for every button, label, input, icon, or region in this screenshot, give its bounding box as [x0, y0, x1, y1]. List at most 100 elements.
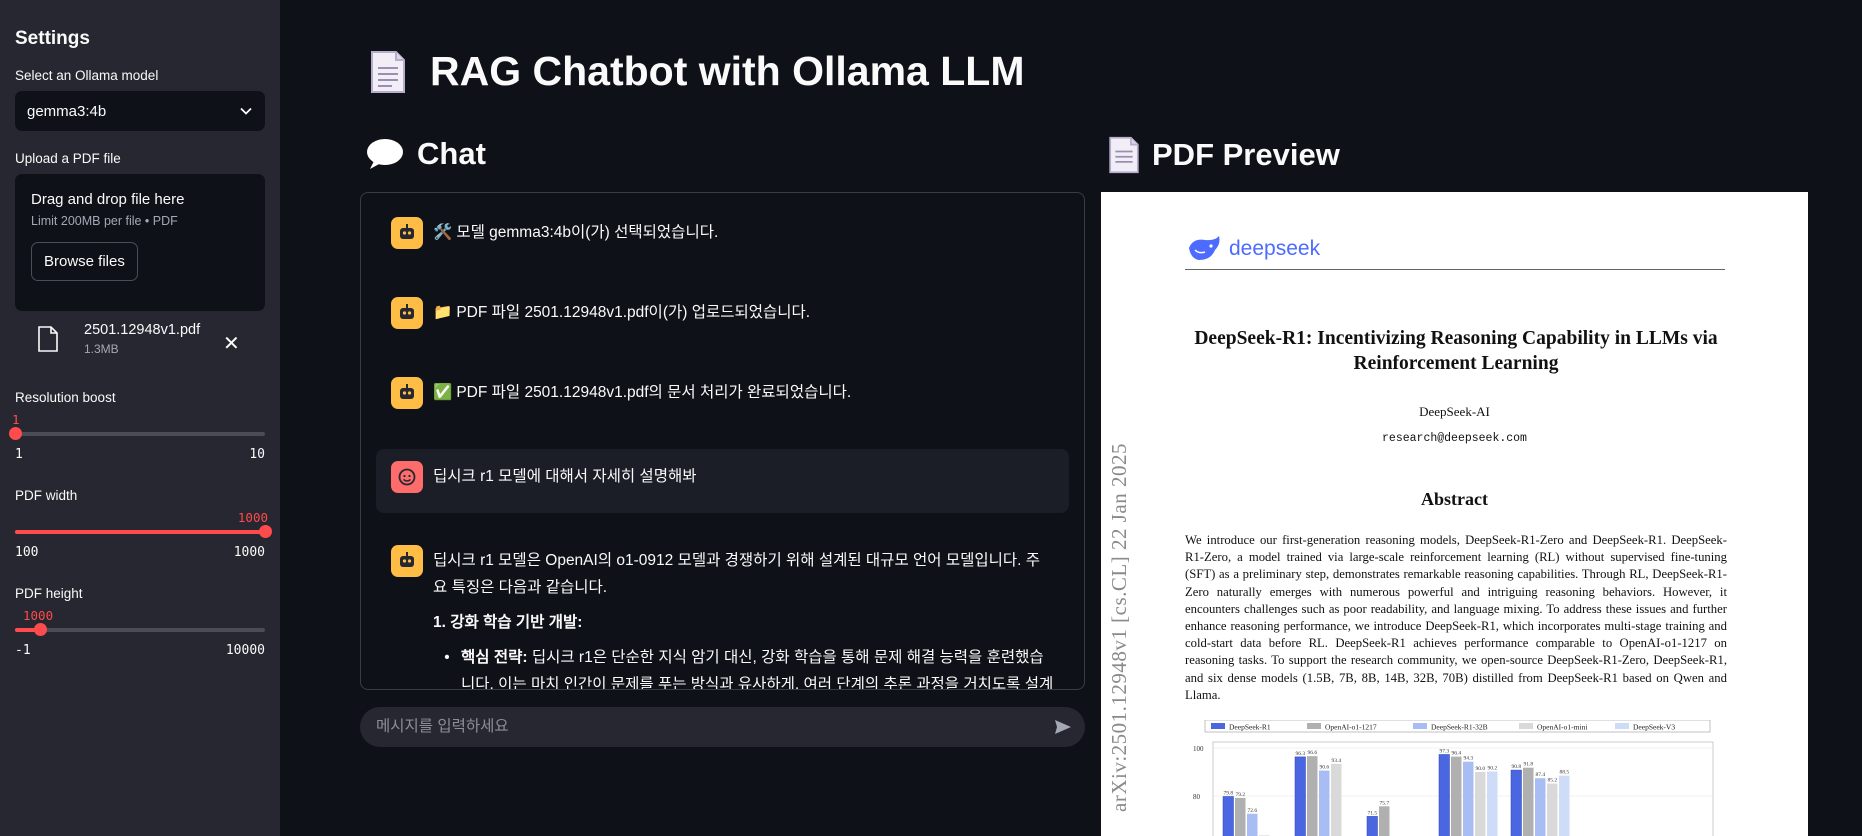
slider-fill	[15, 530, 265, 534]
sidebar-title: Settings	[15, 28, 90, 49]
bar	[1559, 775, 1570, 836]
paper-title: DeepSeek-R1: Incentivizing Reasoning Cap…	[1194, 328, 1718, 374]
abstract-text: We introduce our first-generation reason…	[1185, 533, 1727, 702]
dropzone-instructions: Drag and drop file here	[31, 191, 185, 208]
legend-swatch	[1519, 723, 1533, 729]
file-size: 1.3MB	[84, 341, 119, 356]
bar-value-label: 79.8	[1224, 790, 1234, 796]
bar-value-label: 96.4	[1452, 751, 1462, 757]
bot-avatar-icon	[391, 217, 423, 249]
page-document-icon	[371, 50, 405, 93]
y-tick-label: 80	[1193, 793, 1201, 801]
slider-track[interactable]	[15, 432, 265, 436]
message-emoji: 🛠️	[433, 224, 453, 241]
slider-track[interactable]	[15, 628, 265, 632]
slider-value: 1000	[23, 608, 54, 623]
resolution-boost-slider[interactable]: Resolution boost 1 1 10	[9, 390, 265, 466]
bar-value-label: 93.4	[1332, 758, 1342, 764]
logo-text: deepseek	[1229, 237, 1321, 260]
bar-value-label: 88.5	[1560, 770, 1570, 776]
bot-avatar-icon	[391, 297, 423, 329]
bar-value-label: 91.8	[1524, 762, 1534, 768]
bar	[1451, 756, 1462, 836]
chat-message-assistant: ✅ PDF 파일 2501.12948v1.pdf의 문서 처리가 완료되었습니다…	[376, 365, 1069, 421]
slider-value: 1	[12, 412, 20, 427]
bar-value-label: 87.4	[1536, 772, 1546, 778]
slider-label: PDF width	[15, 488, 78, 503]
y-tick-label: 100	[1193, 745, 1204, 753]
header-rule	[1185, 269, 1725, 270]
message-text: PDF 파일 2501.12948v1.pdf이(가) 업로드되었습니다.	[456, 304, 811, 321]
bullet-text: 딥시크 r1은 단순한 지식 암기 대신, 강화 학습을 통해 문제 해결 능력…	[461, 649, 1054, 690]
bot-avatar-icon	[391, 545, 423, 577]
legend-swatch	[1615, 723, 1629, 729]
bar	[1307, 756, 1318, 836]
bar-value-label: 85.2	[1548, 778, 1558, 784]
legend-label: OpenAI-o1-mini	[1537, 723, 1587, 732]
bar-value-label: 94.3	[1464, 756, 1474, 762]
bar-value-label: 90.2	[1488, 766, 1498, 772]
file-dropzone[interactable]: Drag and drop file here Limit 200MB per …	[15, 174, 265, 311]
slider-max: 1000	[233, 545, 265, 560]
legend-swatch	[1413, 723, 1427, 729]
chat-message-assistant: 딥시크 r1 모델은 OpenAI의 o1-0912 모델과 경쟁하기 위해 설…	[376, 533, 1069, 690]
file-name: 2501.12948v1.pdf	[84, 321, 201, 338]
chat-heading-text: Chat	[417, 136, 486, 171]
bar	[1547, 783, 1558, 836]
bar-value-label: 72.6	[1248, 808, 1258, 814]
pdf-preview-heading-text: PDF Preview	[1152, 137, 1340, 172]
page-document-icon	[1109, 136, 1139, 174]
legend-swatch	[1307, 723, 1321, 729]
slider-label: Resolution boost	[15, 390, 116, 405]
paper-author: DeepSeek-AI	[1419, 404, 1490, 419]
bar-value-label: 90.0	[1476, 766, 1486, 772]
message-emoji: ✅	[433, 384, 453, 401]
chat-input[interactable]	[376, 718, 1016, 736]
slider-value: 1000	[237, 510, 268, 525]
chat-messages-container[interactable]: 🛠️ 모델 gemma3:4b이(가) 선택되었습니다. 📁 PDF 파일 2501…	[360, 192, 1085, 690]
answer-list-heading: 1. 강화 학습 기반 개발:	[433, 614, 583, 631]
chevron-down-icon	[240, 107, 252, 115]
bar	[1535, 778, 1546, 836]
slider-max: 10000	[225, 643, 265, 658]
bar-value-label: 90.8	[1512, 764, 1522, 770]
bullet-bold: 핵심 전략:	[461, 649, 528, 666]
message-text: 딥시크 r1 모델에 대해서 자세히 설명해봐	[433, 468, 697, 485]
file-icon	[38, 325, 58, 352]
bar	[1523, 767, 1534, 836]
model-select[interactable]: gemma3:4b	[15, 91, 265, 131]
bar	[1235, 797, 1246, 836]
slider-thumb[interactable]	[34, 623, 47, 636]
slider-thumb[interactable]	[259, 525, 272, 538]
bar-value-label: 79.2	[1236, 792, 1246, 798]
browse-files-button[interactable]: Browse files	[31, 242, 138, 281]
speech-bubble-icon	[367, 139, 403, 169]
benchmark-figure: DeepSeek-R1 OpenAI-o1-1217 DeepSeek-R1-32B…	[1193, 720, 1714, 836]
bar	[1247, 813, 1258, 836]
bar-value-label: 96.3	[1296, 751, 1306, 757]
legend-label: DeepSeek-V3	[1633, 723, 1675, 732]
bar	[1487, 771, 1498, 836]
slider-track[interactable]	[15, 530, 265, 534]
slider-min: -1	[15, 643, 31, 658]
message-emoji: 📁	[433, 304, 453, 321]
pdf-height-slider[interactable]: PDF height 1000 -1 10000	[15, 586, 265, 662]
bar	[1222, 796, 1234, 836]
bar-value-label: 97.3	[1440, 748, 1450, 754]
bar	[1331, 763, 1342, 836]
chat-message-assistant: 📁 PDF 파일 2501.12948v1.pdf이(가) 업로드되었습니다.	[376, 285, 1069, 341]
message-text: PDF 파일 2501.12948v1.pdf의 문서 처리가 완료되었습니다.	[456, 384, 852, 401]
chat-input-bar[interactable]	[360, 707, 1085, 747]
pdf-preview-frame[interactable]: deepseek DeepSeek-R1: Incentivizing Reas…	[1101, 192, 1808, 836]
bar	[1438, 754, 1450, 836]
slider-thumb[interactable]	[9, 427, 22, 440]
uploaded-file: 2501.12948v1.pdf 1.3MB ✕	[15, 311, 265, 366]
pdf-width-slider[interactable]: PDF width 1000 100 1000	[15, 488, 272, 564]
send-icon[interactable]	[1053, 717, 1073, 737]
pdf-preview-heading: PDF Preview	[1108, 136, 1340, 174]
legend-label: DeepSeek-R1-32B	[1431, 723, 1488, 732]
abstract-heading: Abstract	[1421, 489, 1488, 509]
bar-value-label: 75.7	[1380, 800, 1390, 806]
slider-min: 100	[15, 545, 39, 560]
remove-file-icon[interactable]: ✕	[223, 331, 240, 356]
